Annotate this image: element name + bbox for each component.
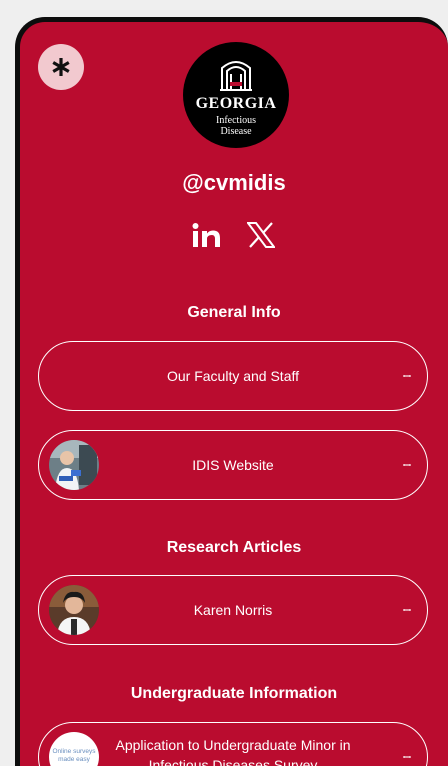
more-vertical-icon[interactable] — [403, 745, 411, 766]
linkedin-link[interactable] — [191, 218, 223, 252]
link-idis-website[interactable]: IDIS Website — [38, 430, 428, 500]
more-vertical-icon[interactable] — [403, 364, 411, 388]
survey-thumbnail: Online surveys made easy — [49, 732, 99, 766]
link-label: IDIS Website — [192, 457, 274, 473]
link-our-faculty-and-staff[interactable]: Our Faculty and Staff — [38, 341, 428, 411]
x-icon — [247, 222, 275, 248]
idis-website-thumbnail — [49, 440, 99, 490]
more-vertical-icon[interactable] — [403, 453, 411, 477]
link-karen-norris[interactable]: Karen Norris — [38, 575, 428, 645]
logo-subtitle-line2: Disease — [220, 126, 252, 137]
link-label: Our Faculty and Staff — [166, 368, 300, 384]
x-link[interactable] — [245, 218, 277, 252]
survey-thumbnail-text: Online surveys made easy — [52, 748, 96, 763]
lab-photo-icon — [49, 440, 99, 490]
section-title-general-info: General Info — [187, 304, 281, 321]
karen-norris-thumbnail — [49, 585, 99, 635]
section-title-undergraduate-information: Undergraduate Information — [130, 685, 338, 702]
linktree-page: GEORGIA Infectious Disease @cvmidis Gene… — [20, 22, 448, 766]
more-vertical-icon[interactable] — [403, 598, 411, 622]
phone-frame: GEORGIA Infectious Disease @cvmidis Gene… — [15, 17, 448, 766]
link-label: Application to Undergraduate Minor in In… — [115, 737, 351, 766]
social-links — [20, 218, 448, 252]
logo-brand-text: GEORGIA — [195, 95, 277, 112]
linkedin-icon — [192, 223, 220, 247]
arch-logo-icon — [220, 61, 252, 91]
linktree-menu-button[interactable] — [38, 44, 84, 90]
portrait-photo-icon — [49, 585, 99, 635]
link-undergraduate-minor-application[interactable]: Online surveys made easy Application to … — [38, 722, 428, 766]
link-label: Karen Norris — [193, 602, 273, 618]
logo-subtitle-line1: Infectious — [216, 115, 256, 126]
logo-subtitle: Infectious Disease — [183, 115, 289, 137]
section-title-research-articles: Research Articles — [166, 539, 302, 556]
profile-logo: GEORGIA Infectious Disease — [183, 42, 289, 148]
asterisk-icon — [52, 58, 70, 76]
profile-handle: @cvmidis — [182, 170, 286, 195]
